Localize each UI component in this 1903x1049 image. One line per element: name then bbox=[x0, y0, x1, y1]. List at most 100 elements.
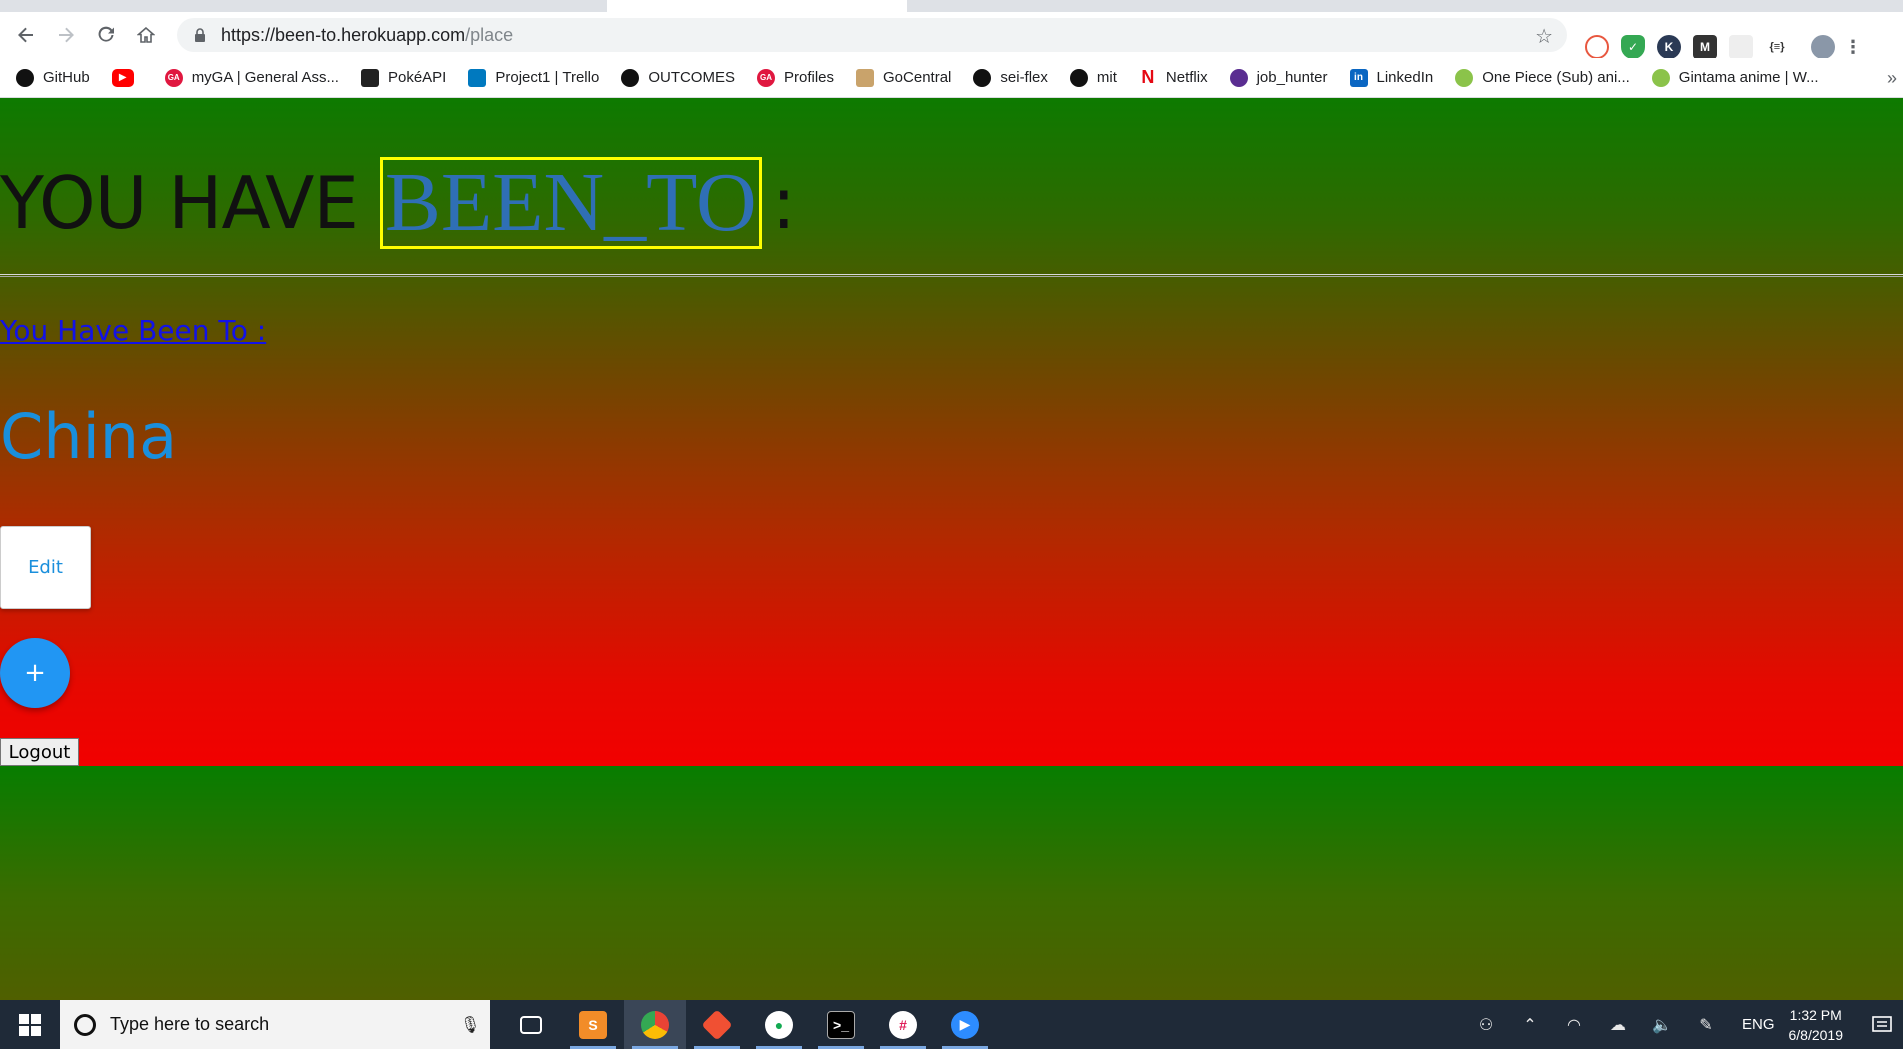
divider bbox=[0, 274, 1903, 277]
taskbar-search[interactable]: Type here to search 🎙 bbox=[60, 1000, 490, 1049]
bookmark-label: Profiles bbox=[783, 69, 835, 86]
jobhunter-icon bbox=[1229, 68, 1248, 87]
active-tab[interactable] bbox=[607, 0, 907, 12]
microphone-icon[interactable]: 🎙 bbox=[460, 1015, 490, 1035]
bookmark-item[interactable]: Gintama anime | W... bbox=[1651, 68, 1819, 87]
extension-icon[interactable]: K bbox=[1657, 35, 1681, 59]
more-bookmarks-icon[interactable]: » bbox=[1887, 68, 1897, 89]
extension-icon[interactable]: M bbox=[1693, 35, 1717, 59]
pokeapi-icon bbox=[360, 68, 379, 87]
network-icon[interactable]: ◠ bbox=[1552, 1015, 1596, 1035]
bookmark-label: PokéAPI bbox=[387, 69, 447, 86]
avatar[interactable] bbox=[1811, 35, 1835, 59]
anime-icon bbox=[1455, 68, 1474, 87]
bookmark-item[interactable]: N Netflix bbox=[1139, 67, 1208, 87]
bookmark-item[interactable]: in LinkedIn bbox=[1349, 68, 1434, 87]
github-icon bbox=[973, 68, 992, 87]
bookmark-label: Project1 | Trello bbox=[495, 69, 600, 86]
language-indicator[interactable]: ENG bbox=[1742, 1016, 1775, 1033]
chrome-icon[interactable] bbox=[624, 1000, 686, 1049]
anime-icon bbox=[1651, 68, 1670, 87]
bookmark-star-icon[interactable]: ☆ bbox=[1535, 24, 1553, 49]
bookmark-label: GoCentral bbox=[883, 69, 952, 86]
bookmark-item[interactable]: Project1 | Trello bbox=[468, 68, 600, 87]
git-icon[interactable] bbox=[686, 1000, 748, 1049]
search-placeholder: Type here to search bbox=[110, 1014, 270, 1034]
bookmark-label: mit bbox=[1096, 69, 1117, 86]
content-panel: YOU HAVE BEEN_TO : You Have Been To : Ch… bbox=[0, 98, 1903, 766]
chevron-up-icon[interactable]: ⌃ bbox=[1508, 1015, 1552, 1035]
netflix-icon: N bbox=[1141, 67, 1155, 87]
bookmark-item[interactable]: One Piece (Sub) ani... bbox=[1455, 68, 1630, 87]
shield-icon[interactable]: ✓ bbox=[1621, 35, 1645, 59]
zoom-icon[interactable]: ▶ bbox=[934, 1000, 996, 1049]
bookmark-label: OUTCOMES bbox=[648, 69, 735, 86]
gocentral-icon bbox=[856, 68, 875, 87]
volume-icon[interactable]: 🔈 bbox=[1640, 1015, 1684, 1035]
browser-toolbar: https://been-to.herokuapp.com/place ☆ ✓ … bbox=[0, 12, 1903, 59]
clock[interactable]: 1:32 PM 6/8/2019 bbox=[1789, 1005, 1844, 1045]
sublime-text-icon[interactable]: S bbox=[562, 1000, 624, 1049]
pen-icon[interactable]: ✎ bbox=[1684, 1015, 1728, 1035]
address-bar[interactable]: https://been-to.herokuapp.com/place ☆ bbox=[177, 18, 1567, 52]
extension-icon[interactable] bbox=[1585, 35, 1609, 59]
bookmark-label: One Piece (Sub) ani... bbox=[1482, 69, 1630, 86]
brand-logo-text: BEEN_TO bbox=[379, 157, 762, 249]
clock-date: 6/8/2019 bbox=[1788, 1026, 1844, 1043]
taskbar: Type here to search 🎙 S ● >_ # ▶ ⚇ ⌃ ◠ ☁… bbox=[0, 1000, 1903, 1049]
reload-icon[interactable] bbox=[86, 12, 126, 58]
terminal-icon[interactable]: >_ bbox=[810, 1000, 872, 1049]
clock-time: 1:32 PM bbox=[1789, 1006, 1842, 1023]
json-icon[interactable]: {≡} bbox=[1765, 35, 1789, 59]
youtube-icon: ▶ bbox=[111, 68, 134, 87]
github-icon bbox=[1069, 68, 1088, 87]
forward-icon[interactable] bbox=[46, 12, 86, 58]
bookmark-item[interactable]: GA Profiles bbox=[756, 68, 835, 87]
page-title: YOU HAVE BEEN_TO : bbox=[0, 156, 796, 250]
bookmark-item[interactable]: job_hunter bbox=[1229, 68, 1328, 87]
github-icon bbox=[621, 68, 640, 87]
trello-icon bbox=[468, 68, 487, 87]
tab-strip bbox=[0, 0, 1903, 12]
people-icon[interactable]: ⚇ bbox=[1464, 1015, 1508, 1035]
ga-icon: GA bbox=[756, 68, 775, 87]
mongodb-compass-icon[interactable]: ● bbox=[748, 1000, 810, 1049]
task-view-icon[interactable] bbox=[500, 1000, 562, 1049]
github-icon bbox=[16, 68, 34, 87]
bookmark-item[interactable]: mit bbox=[1069, 68, 1117, 87]
bookmark-item[interactable]: ▶ bbox=[111, 68, 143, 87]
linkedin-icon: in bbox=[1349, 68, 1368, 87]
back-icon[interactable] bbox=[6, 12, 46, 58]
bookmark-label: job_hunter bbox=[1256, 69, 1328, 86]
menu-icon[interactable]: ⋮ bbox=[1844, 35, 1862, 59]
bookmark-item[interactable]: PokéAPI bbox=[360, 68, 447, 87]
bookmark-item[interactable]: GA myGA | General Ass... bbox=[164, 68, 339, 87]
edit-button[interactable]: Edit bbox=[0, 526, 91, 609]
bookmarks-bar: GitHub ▶ GA myGA | General Ass... PokéAPI Pro… bbox=[0, 58, 1903, 98]
notifications-icon[interactable] bbox=[1861, 1000, 1903, 1049]
page-viewport: YOU HAVE BEEN_TO : You Have Been To : Ch… bbox=[0, 98, 1903, 1000]
onedrive-icon[interactable]: ☁ bbox=[1596, 1015, 1640, 1035]
url-text: https://been-to.herokuapp.com/place bbox=[221, 24, 514, 45]
extension-icon[interactable] bbox=[1729, 35, 1753, 59]
place-name: China bbox=[0, 400, 178, 473]
windows-start-icon[interactable] bbox=[0, 1000, 60, 1049]
bookmark-item[interactable]: OUTCOMES bbox=[621, 68, 735, 87]
system-tray: ⚇ ⌃ ◠ ☁ 🔈 ✎ ENG 1:32 PM 6/8/2019 bbox=[1464, 1000, 1903, 1049]
bookmark-item[interactable]: GoCentral bbox=[856, 68, 952, 87]
slack-icon[interactable]: # bbox=[872, 1000, 934, 1049]
bookmark-item[interactable]: GitHub bbox=[16, 68, 90, 87]
logout-button[interactable]: Logout bbox=[0, 738, 79, 766]
bookmark-label: GitHub bbox=[43, 69, 90, 86]
page-background bbox=[0, 766, 1903, 1000]
add-place-button[interactable]: + bbox=[0, 638, 70, 708]
title-suffix: : bbox=[771, 161, 796, 245]
bookmark-label: LinkedIn bbox=[1376, 69, 1434, 86]
home-icon[interactable] bbox=[126, 12, 166, 58]
been-to-link[interactable]: You Have Been To : bbox=[0, 314, 266, 347]
bookmark-label: Netflix bbox=[1165, 69, 1208, 86]
bookmark-label: sei-flex bbox=[1000, 69, 1048, 86]
ga-icon: GA bbox=[164, 68, 183, 87]
bookmark-item[interactable]: sei-flex bbox=[973, 68, 1048, 87]
bookmark-label: myGA | General Ass... bbox=[191, 69, 339, 86]
